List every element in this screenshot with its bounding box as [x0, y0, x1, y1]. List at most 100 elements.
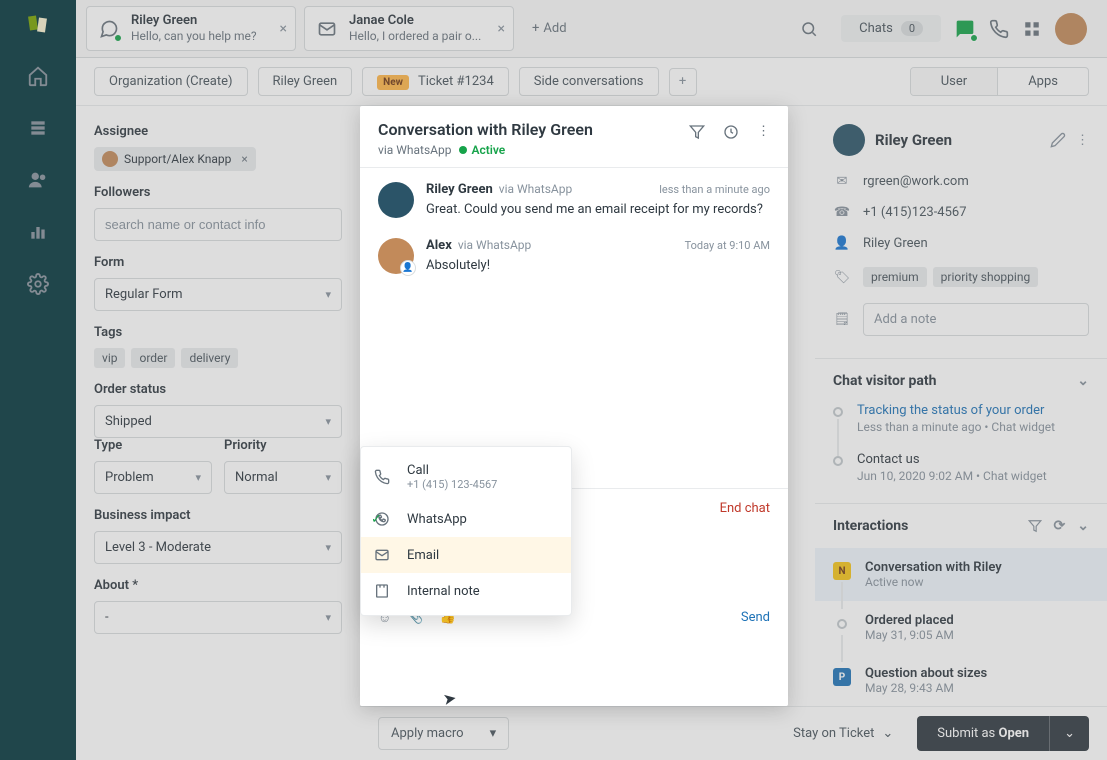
- assignee-value[interactable]: Support/Alex Knapp ×: [94, 147, 256, 171]
- reports-icon[interactable]: [24, 218, 52, 246]
- tags-container: vip order delivery: [94, 348, 342, 368]
- interaction-item[interactable]: P Question about sizes May 28, 9:43 AM: [815, 654, 1107, 707]
- interaction-title: Conversation with Riley: [865, 560, 1002, 575]
- add-tab-button[interactable]: + Add: [518, 15, 581, 42]
- user-segment[interactable]: User: [911, 68, 998, 95]
- customer-tag: priority shopping: [933, 267, 1039, 287]
- close-icon[interactable]: ×: [498, 21, 505, 37]
- home-icon[interactable]: [24, 62, 52, 90]
- org-tab[interactable]: Organization (Create): [94, 67, 248, 96]
- views-icon[interactable]: [24, 114, 52, 142]
- conversation-via: via WhatsApp: [378, 143, 451, 157]
- message-body: Great. Could you send me an email receip…: [426, 201, 770, 220]
- message-via: via WhatsApp: [458, 238, 531, 252]
- conversation-panel: Conversation with Riley Green via WhatsA…: [360, 106, 788, 706]
- order-status-select[interactable]: Shipped▾: [94, 405, 342, 438]
- new-badge: New: [377, 75, 409, 90]
- interaction-item[interactable]: Ordered placed May 31, 9:05 AM: [815, 601, 1107, 654]
- phone-icon[interactable]: [989, 19, 1009, 39]
- plus-icon: +: [532, 21, 539, 36]
- interaction-item[interactable]: N Conversation with Riley Active now: [815, 548, 1107, 601]
- interaction-meta: Active now: [865, 575, 1002, 589]
- form-select[interactable]: Regular Form▾: [94, 278, 342, 311]
- form-label: Form: [94, 255, 342, 270]
- message-author: Alex: [426, 238, 452, 253]
- chevron-down-icon: ▾: [490, 726, 497, 741]
- settings-icon[interactable]: [24, 270, 52, 298]
- add-note-input[interactable]: Add a note: [863, 303, 1089, 336]
- message-time: Today at 9:10 AM: [685, 239, 770, 252]
- channel-option-whatsapp[interactable]: ✓ WhatsApp: [361, 501, 571, 537]
- status-badge-pending: P: [833, 668, 851, 686]
- filter-icon[interactable]: [1028, 519, 1042, 533]
- channel-option-note[interactable]: Internal note: [361, 573, 571, 609]
- more-icon[interactable]: ⋮: [1076, 133, 1089, 148]
- customer-profile: Riley Green: [863, 236, 928, 251]
- chevron-down-icon[interactable]: ⌄: [1077, 373, 1089, 389]
- channel-option-call[interactable]: Call +1 (415) 123-4567: [361, 453, 571, 501]
- message-time: less than a minute ago: [659, 183, 770, 196]
- customer-name: Riley Green: [875, 131, 1040, 149]
- submit-caret[interactable]: ⌄: [1049, 716, 1089, 751]
- chevron-down-icon: ▾: [325, 288, 331, 301]
- customer-email: rgreen@work.com: [863, 174, 969, 189]
- close-icon[interactable]: ×: [280, 21, 287, 37]
- chevron-down-icon: ▾: [325, 611, 331, 624]
- user-avatar[interactable]: [1055, 13, 1087, 45]
- customer-context-panel: Riley Green ⋮ ✉rgreen@work.com ☎+1 (415)…: [815, 106, 1107, 760]
- ticket-footer: Apply macro ▾ Stay on Ticket ⌄ Submit as…: [360, 706, 1107, 760]
- remove-assignee-icon[interactable]: ×: [241, 152, 247, 166]
- customers-icon[interactable]: [24, 166, 52, 194]
- impact-select[interactable]: Level 3 - Moderate▾: [94, 531, 342, 564]
- chevron-down-icon[interactable]: ⌄: [1077, 518, 1089, 534]
- about-select[interactable]: -▾: [94, 601, 342, 634]
- context-tabs: Organization (Create) Riley Green New Ti…: [76, 58, 1107, 106]
- tab-subtitle: Hello, I ordered a pair o...: [349, 29, 481, 44]
- mail-icon: [315, 17, 339, 41]
- tag-chip[interactable]: delivery: [181, 348, 238, 368]
- priority-select[interactable]: Normal▾: [224, 461, 342, 494]
- tab-title: Riley Green: [131, 13, 257, 29]
- side-conversations-tab[interactable]: Side conversations: [519, 67, 659, 96]
- channel-option-email[interactable]: Email ➤: [361, 537, 571, 573]
- type-label: Type: [94, 438, 212, 453]
- apply-macro-select[interactable]: Apply macro ▾: [378, 717, 509, 750]
- tab-subtitle: Hello, can you help me?: [131, 29, 257, 44]
- apps-grid-icon[interactable]: [1023, 20, 1041, 38]
- send-button[interactable]: Send: [741, 610, 770, 625]
- impact-label: Business impact: [94, 508, 342, 523]
- conversation-tab[interactable]: Janae Cole Hello, I ordered a pair o... …: [304, 6, 514, 51]
- filter-icon[interactable]: [689, 124, 705, 140]
- followers-input[interactable]: [94, 208, 342, 241]
- timeline-dot-icon: [833, 407, 843, 417]
- user-tab[interactable]: Riley Green: [258, 67, 353, 96]
- conversation-tab[interactable]: Riley Green Hello, can you help me? ×: [86, 6, 296, 51]
- add-context-tab[interactable]: +: [669, 68, 697, 96]
- chats-count: 0: [901, 21, 923, 36]
- ticket-properties-panel: Assignee Support/Alex Knapp × Followers …: [76, 106, 360, 760]
- conversation-status: Active: [471, 143, 505, 157]
- history-icon[interactable]: [723, 124, 739, 140]
- chevron-down-icon: ▾: [195, 471, 201, 484]
- chat-bubble-icon: [97, 17, 121, 41]
- refresh-icon[interactable]: ⟳: [1054, 518, 1066, 534]
- apps-segment[interactable]: Apps: [998, 68, 1088, 95]
- chevron-down-icon: ▾: [325, 541, 331, 554]
- tag-chip[interactable]: vip: [94, 348, 125, 368]
- search-icon[interactable]: [791, 11, 827, 47]
- status-badge-new: N: [833, 562, 851, 580]
- ticket-tab[interactable]: New Ticket #1234: [362, 67, 509, 96]
- type-select[interactable]: Problem▾: [94, 461, 212, 494]
- path-link[interactable]: Tracking the status of your order: [857, 403, 1055, 418]
- tag-chip[interactable]: order: [131, 348, 175, 368]
- more-icon[interactable]: ⋮: [757, 124, 770, 140]
- end-chat-button[interactable]: End chat: [720, 501, 770, 516]
- edit-icon[interactable]: [1050, 132, 1066, 148]
- chats-indicator[interactable]: Chats 0: [841, 15, 941, 42]
- submit-button[interactable]: Submit as Open ⌄: [917, 716, 1089, 751]
- order-status-label: Order status: [94, 382, 342, 397]
- stay-on-ticket-select[interactable]: Stay on Ticket ⌄: [781, 718, 905, 749]
- interaction-meta: May 31, 9:05 AM: [865, 628, 954, 642]
- message-via: via WhatsApp: [499, 182, 572, 196]
- chat-status-icon[interactable]: [955, 19, 975, 39]
